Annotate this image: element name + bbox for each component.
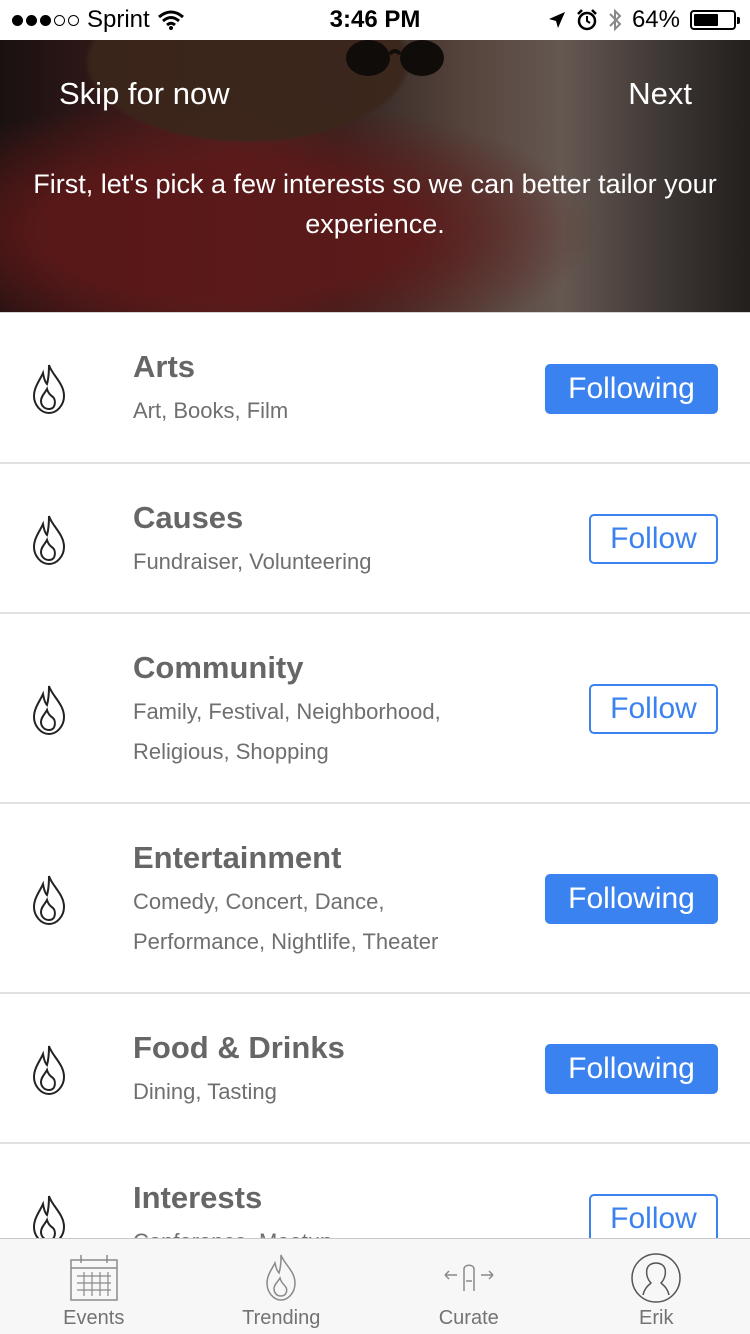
- flame-icon: [32, 685, 66, 736]
- interest-row-causes: Causes Fundraiser, Volunteering Follow: [0, 464, 750, 614]
- battery-icon: [690, 10, 740, 30]
- flame-icon: [32, 1045, 66, 1096]
- onboarding-message: First, let's pick a few interests so we …: [33, 169, 717, 239]
- interest-row-community: Community Family, Festival, Neighborhood…: [0, 614, 750, 804]
- interest-title: Food & Drinks: [133, 1030, 345, 1065]
- interest-text: Food & Drinks Dining, Tasting: [133, 1030, 513, 1112]
- following-button-entertainment[interactable]: Following: [545, 874, 718, 924]
- status-right: 64%: [548, 6, 740, 34]
- tab-label: Curate: [438, 1307, 499, 1329]
- interest-text: Interests Conference, Meetup: [133, 1180, 513, 1238]
- interest-text: Arts Art, Books, Film: [133, 349, 513, 431]
- flame-icon: [32, 1195, 66, 1238]
- interest-subcategories: Dining, Tasting: [133, 1079, 277, 1104]
- interest-row-food-drinks: Food & Drinks Dining, Tasting Following: [0, 994, 750, 1144]
- tab-curate[interactable]: Curate: [375, 1239, 563, 1334]
- skip-button[interactable]: Skip for now: [59, 76, 230, 112]
- interest-subcategories: Conference, Meetup: [133, 1222, 513, 1238]
- interest-title: Causes: [133, 500, 244, 535]
- tab-bar: Events Trending Curate Erik: [0, 1238, 750, 1334]
- tab-events[interactable]: Events: [0, 1239, 188, 1334]
- interest-list[interactable]: Arts Art, Books, Film Following Causes F…: [0, 312, 750, 1238]
- profile-icon: [631, 1253, 681, 1303]
- interest-subcategories: Comedy, Concert, Dance, Performance, Nig…: [133, 889, 439, 954]
- interest-subcategories: Fundraiser, Volunteering: [133, 549, 372, 574]
- interest-title: Interests: [133, 1180, 263, 1215]
- follow-button-interests[interactable]: Follow: [589, 1194, 718, 1238]
- battery-percent: 64%: [631, 6, 680, 33]
- next-button[interactable]: Next: [628, 76, 692, 112]
- flame-icon: [32, 515, 66, 566]
- interest-row-interests: Interests Conference, Meetup Follow: [0, 1144, 750, 1238]
- interest-text: Entertainment Comedy, Concert, Dance, Pe…: [133, 840, 513, 962]
- flame-icon: [32, 875, 66, 926]
- tab-label: Erik: [639, 1307, 674, 1329]
- bluetooth-icon: [609, 8, 622, 32]
- tab-profile[interactable]: Erik: [563, 1239, 750, 1334]
- status-bar: Sprint 3:46 PM 64%: [0, 0, 750, 40]
- tab-trending[interactable]: Trending: [188, 1239, 376, 1334]
- interest-title: Entertainment: [133, 840, 342, 875]
- tab-label: Trending: [242, 1307, 321, 1329]
- following-button-food-drinks[interactable]: Following: [545, 1044, 718, 1094]
- flame-icon: [266, 1254, 297, 1301]
- interest-text: Community Family, Festival, Neighborhood…: [133, 650, 513, 772]
- location-arrow-icon: [548, 12, 565, 28]
- follow-button-community[interactable]: Follow: [589, 684, 718, 734]
- hero-banner: Skip for now Next First, let's pick a fe…: [0, 40, 750, 312]
- calendar-icon: [70, 1255, 118, 1301]
- interest-title: Arts: [133, 349, 196, 384]
- flame-icon: [32, 364, 66, 415]
- interest-text: Causes Fundraiser, Volunteering: [133, 500, 513, 582]
- swipe-icon: [444, 1264, 494, 1291]
- tab-label: Events: [63, 1307, 125, 1329]
- interest-title: Community: [133, 650, 304, 685]
- alarm-icon: [577, 9, 597, 31]
- follow-button-causes[interactable]: Follow: [589, 514, 718, 564]
- interest-row-entertainment: Entertainment Comedy, Concert, Dance, Pe…: [0, 804, 750, 994]
- interest-subcategories: Family, Festival, Neighborhood, Religiou…: [133, 699, 441, 764]
- interest-row-arts: Arts Art, Books, Film Following: [0, 313, 750, 464]
- following-button-arts[interactable]: Following: [545, 364, 718, 414]
- interest-subcategories: Art, Books, Film: [133, 398, 289, 423]
